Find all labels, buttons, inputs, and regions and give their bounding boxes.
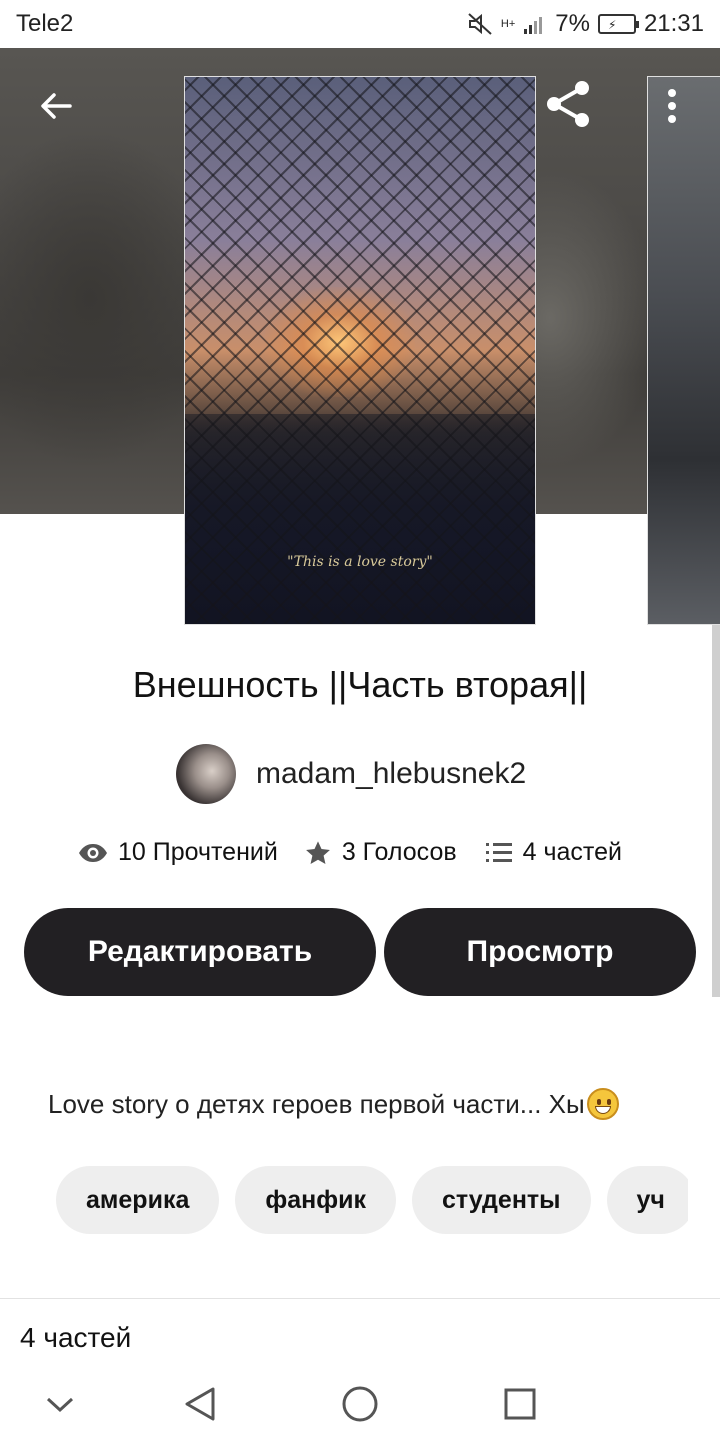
battery-icon: ⚡	[597, 14, 639, 34]
nav-home-button[interactable]	[330, 1374, 390, 1434]
edit-button[interactable]: Редактировать	[24, 908, 376, 996]
author-name[interactable]: madam_hlebusnek2	[256, 757, 526, 791]
more-options-button[interactable]	[650, 78, 694, 134]
carrier-name: Tele2	[16, 10, 74, 37]
reads-count: 10 Прочтений	[118, 838, 278, 866]
clock: 21:31	[643, 10, 704, 37]
tag-chip[interactable]: уч	[606, 1166, 688, 1234]
triangle-back-icon	[185, 1387, 215, 1421]
next-story-cover[interactable]	[647, 76, 720, 625]
reads-stat: 10 Прочтений	[78, 838, 278, 867]
navigation-bar	[0, 1368, 720, 1440]
signal-icon	[524, 17, 543, 34]
cover-fence-pattern	[185, 77, 535, 624]
square-recents-icon	[504, 1388, 536, 1420]
star-icon	[305, 840, 330, 864]
list-icon	[485, 842, 512, 862]
arrow-left-icon	[41, 93, 72, 119]
battery-percent: 7%	[555, 10, 590, 37]
status-bar: Tele2 H+ 7% ⚡ 21:31	[0, 0, 720, 48]
tag-chip[interactable]: студенты	[412, 1166, 591, 1234]
tag-chip[interactable]: фанфик	[235, 1166, 396, 1234]
story-cover[interactable]: "This is a love story"	[184, 76, 536, 625]
status-icons: H+ 7% ⚡ 21:31	[467, 10, 704, 38]
story-title: Внешность ||Часть вторая||	[132, 664, 588, 705]
cover-caption: "This is a love story"	[287, 554, 433, 570]
divider	[0, 1298, 720, 1299]
grinning-face-emoji-icon	[586, 1088, 619, 1120]
avatar[interactable]	[176, 744, 236, 804]
chevron-down-icon	[46, 1397, 74, 1413]
story-stats: 10 Прочтений 3 Голосов 4 частей	[78, 838, 658, 867]
story-description: Love story о детях героев первой части..…	[48, 1088, 619, 1120]
mute-icon	[468, 13, 492, 35]
view-button[interactable]: Просмотр	[384, 908, 696, 996]
circle-home-icon	[342, 1386, 378, 1422]
parts-stat: 4 частей	[485, 838, 622, 867]
table-of-contents-label[interactable]: 4 частей	[20, 1322, 131, 1354]
nav-back-button[interactable]	[170, 1374, 230, 1434]
description-text: Love story о детях героев первой части..…	[48, 1088, 585, 1119]
share-icon	[547, 81, 589, 127]
tag-chip[interactable]: америка	[56, 1166, 220, 1234]
tag-list[interactable]: америка фанфик студенты уч	[56, 1166, 688, 1234]
votes-count: 3 Голосов	[341, 838, 457, 866]
share-button[interactable]	[538, 74, 598, 134]
votes-stat: 3 Голосов	[304, 838, 457, 867]
eye-icon	[79, 843, 107, 862]
network-type: H+	[500, 18, 516, 30]
hide-nav-button[interactable]	[30, 1374, 90, 1434]
back-button[interactable]	[28, 78, 84, 134]
author-link[interactable]: madam_hlebusnek2	[176, 744, 526, 804]
nav-recents-button[interactable]	[490, 1374, 550, 1434]
parts-count: 4 частей	[522, 838, 622, 866]
more-vertical-icon	[668, 89, 676, 123]
